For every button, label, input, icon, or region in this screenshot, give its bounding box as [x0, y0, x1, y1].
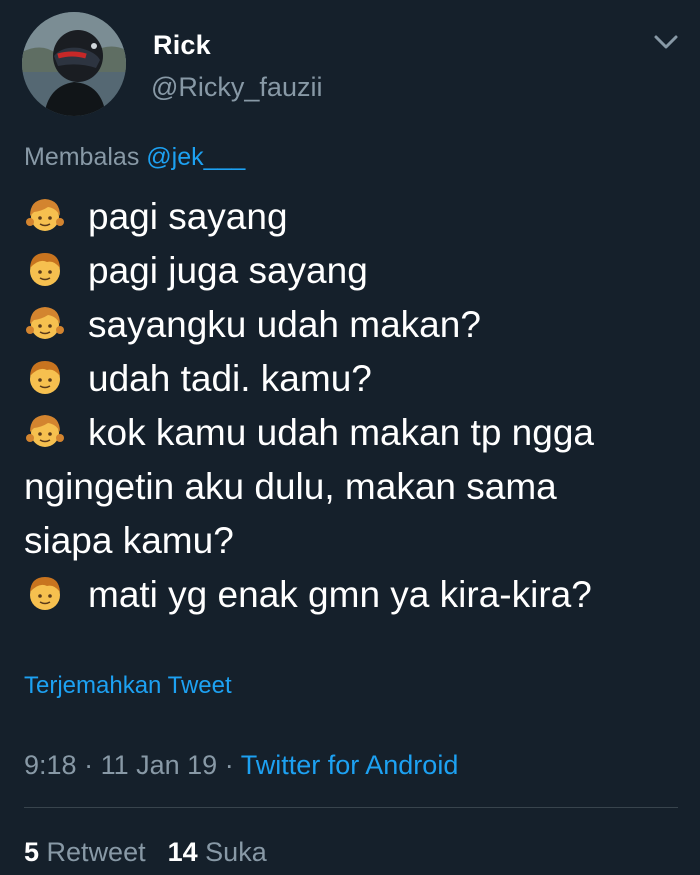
user-name[interactable]: Rick — [153, 30, 211, 61]
tweet-stats: 5 Retweet 14 Suka — [24, 837, 267, 868]
retweets-stat[interactable]: 5 Retweet — [24, 837, 146, 867]
retweet-count: 5 — [24, 837, 40, 867]
tweet-line: pagi juga sayang — [24, 244, 684, 298]
girl-emoji-icon — [26, 415, 64, 447]
tweet-line-text: pagi sayang — [88, 196, 288, 237]
tweet-line-text: pagi juga sayang — [88, 250, 368, 291]
tweet-line: mati yg enak gmn ya kira-kira? — [24, 568, 684, 622]
tweet-line: siapa kamu? — [24, 514, 684, 568]
translate-tweet-link[interactable]: Terjemahkan Tweet — [24, 672, 232, 700]
tweet-line: udah tadi. kamu? — [24, 352, 684, 406]
tweet-line-text: ngingetin aku dulu, makan sama — [24, 466, 557, 507]
boy-emoji-icon — [30, 361, 60, 394]
tweet-line-text: udah tadi. kamu? — [88, 358, 372, 399]
meta-separator: · — [224, 750, 234, 780]
tweet-source-link[interactable]: Twitter for Android — [241, 750, 459, 780]
reply-prefix: Membalas — [24, 143, 140, 171]
likes-stat[interactable]: 14 Suka — [168, 837, 267, 867]
tweet-line-text: sayangku udah makan? — [88, 304, 481, 345]
meta-separator: · — [84, 750, 94, 780]
divider — [24, 807, 678, 808]
boy-emoji-icon — [30, 577, 60, 610]
tweet-line: pagi sayang — [24, 190, 684, 244]
chevron-down-icon[interactable] — [652, 32, 680, 52]
tweet-card: Rick @Ricky_fauzii Membalas @jek___ pagi… — [0, 0, 700, 875]
tweet-text: pagi sayang pagi juga sayang sayangku ud… — [24, 190, 684, 622]
boy-emoji-icon — [30, 253, 60, 286]
tweet-time: 9:18 — [24, 750, 77, 780]
tweet-line: ngingetin aku dulu, makan sama — [24, 460, 684, 514]
girl-emoji-icon — [26, 307, 64, 339]
tweet-line: sayangku udah makan? — [24, 298, 684, 352]
reply-mention-link[interactable]: @jek___ — [146, 143, 245, 171]
avatar[interactable] — [22, 12, 126, 116]
tweet-line-text: kok kamu udah makan tp ngga — [88, 412, 594, 453]
girl-emoji-icon — [26, 199, 64, 231]
tweet-line-text: siapa kamu? — [24, 520, 234, 561]
reply-context: Membalas @jek___ — [24, 143, 245, 172]
like-label: Suka — [205, 837, 267, 867]
like-count: 14 — [167, 837, 198, 867]
user-handle[interactable]: @Ricky_fauzii — [151, 72, 322, 103]
retweet-label: Retweet — [46, 837, 146, 867]
tweet-line: kok kamu udah makan tp ngga — [24, 406, 684, 460]
tweet-date: 11 Jan 19 — [100, 750, 218, 780]
tweet-line-text: mati yg enak gmn ya kira-kira? — [88, 574, 592, 615]
tweet-meta: 9:18 · 11 Jan 19 · Twitter for Android — [24, 750, 458, 781]
